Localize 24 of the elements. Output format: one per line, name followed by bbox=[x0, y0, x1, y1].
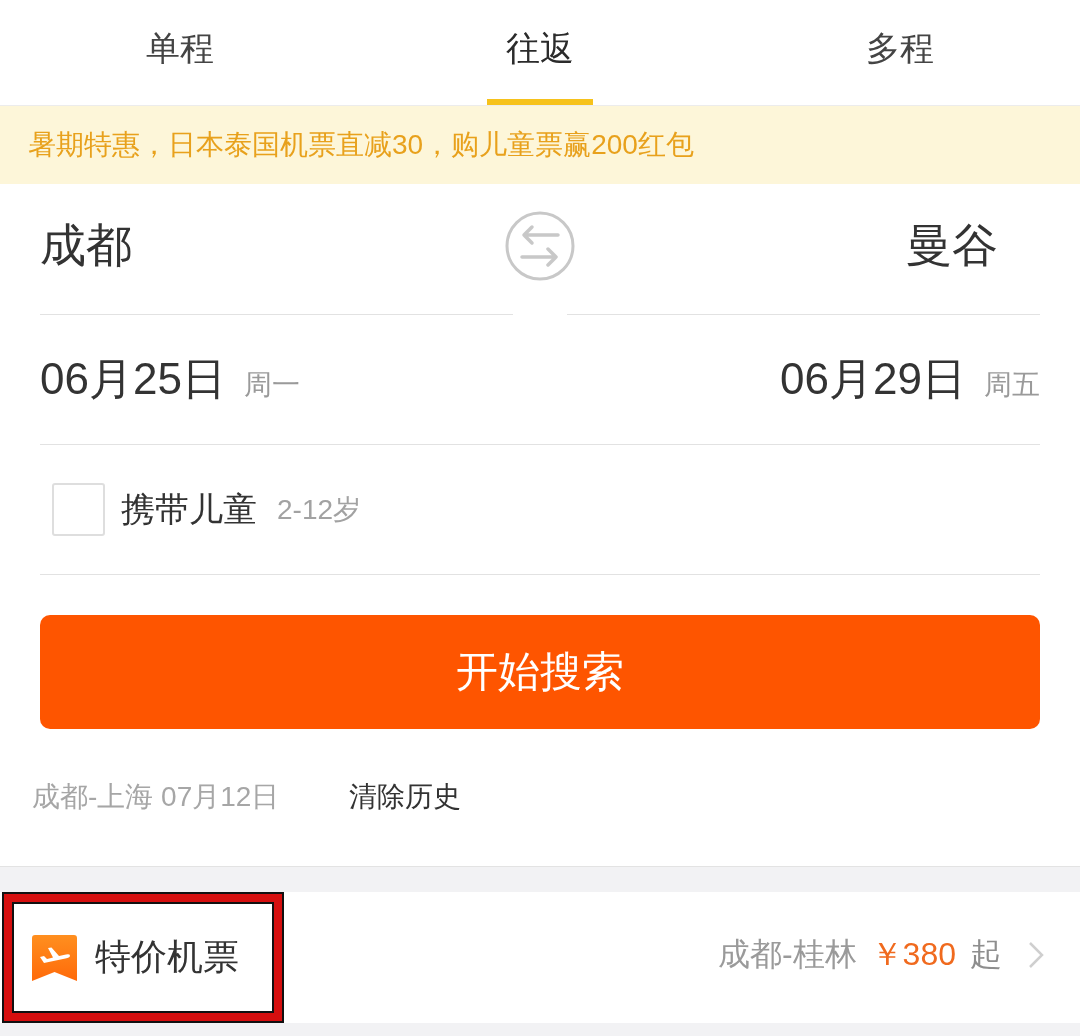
deal-price: ￥380 bbox=[870, 934, 956, 974]
deals-row[interactable]: 特价机票 成都-桂林 ￥380 起 bbox=[0, 892, 1080, 1023]
departure-weekday: 周一 bbox=[243, 368, 300, 402]
return-date[interactable]: 06月29日 bbox=[780, 350, 966, 409]
deals-title: 特价机票 bbox=[95, 935, 239, 979]
trip-type-tab[interactable]: 单程 bbox=[0, 0, 360, 105]
promo-text: 暑期特惠，日本泰国机票直减30，购儿童票赢200红包 bbox=[28, 128, 694, 162]
clear-history-link[interactable]: 清除历史 bbox=[349, 777, 462, 816]
trip-type-tab[interactable]: 往返 bbox=[360, 0, 720, 105]
deal-route: 成都-桂林 bbox=[717, 934, 857, 974]
origin-field[interactable]: 成都 bbox=[40, 184, 513, 315]
child-age-note: 2-12岁 bbox=[277, 492, 362, 527]
plane-bookmark-icon bbox=[32, 934, 77, 981]
child-checkbox[interactable] bbox=[52, 483, 105, 536]
chevron-right-icon bbox=[1028, 940, 1044, 969]
departure-date[interactable]: 06月25日 bbox=[40, 350, 226, 409]
trip-type-tab[interactable]: 多程 bbox=[720, 0, 1080, 105]
deal-price-suffix: 起 bbox=[970, 934, 1002, 974]
destination-field[interactable]: 曼谷 bbox=[567, 184, 1040, 315]
child-label: 携带儿童 bbox=[121, 488, 257, 530]
destination-city: 曼谷 bbox=[906, 218, 998, 273]
swap-icon[interactable] bbox=[504, 209, 576, 282]
origin-city: 成都 bbox=[40, 218, 132, 273]
return-weekday: 周五 bbox=[984, 368, 1040, 402]
